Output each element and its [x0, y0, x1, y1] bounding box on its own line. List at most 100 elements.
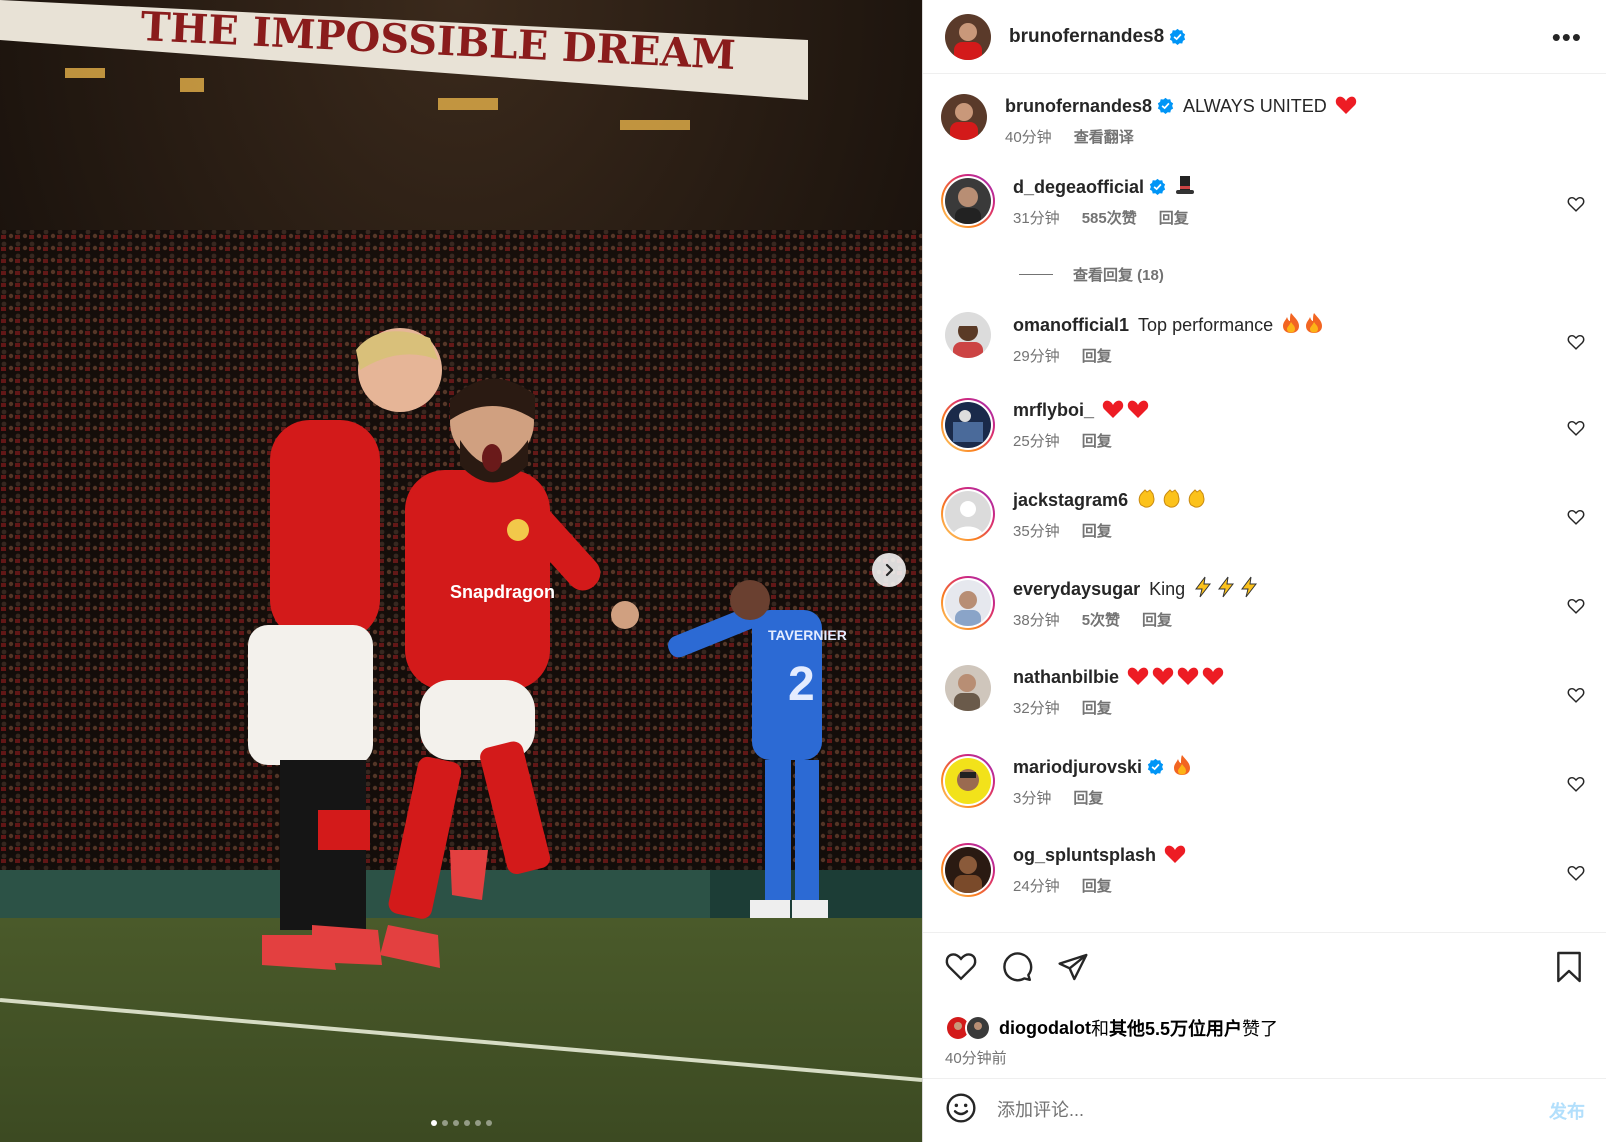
clap-emoji-icon	[1163, 489, 1180, 508]
verified-badge-icon	[1157, 97, 1174, 114]
like-comment-heart-icon[interactable]	[1567, 598, 1585, 614]
comment-text: King	[1149, 579, 1186, 599]
view-replies-button[interactable]: 查看回复 (18)	[1019, 264, 1164, 285]
reply-button[interactable]: 回复	[1082, 345, 1112, 366]
comment-item: nathanbilbie 32分钟 回复	[941, 665, 1591, 718]
comment-username[interactable]: mrflyboi_	[1013, 400, 1094, 420]
comment-item: d_degeaofficial 31分钟 585次赞 回复	[941, 174, 1591, 228]
red-heart-emoji-icon	[1102, 400, 1124, 418]
like-comment-heart-icon[interactable]	[1567, 776, 1585, 792]
commenter-avatar	[945, 758, 991, 804]
fire-emoji-icon	[1174, 755, 1191, 775]
post-media[interactable]: THE IMPOSSIBLE DREAM TAVERNIER 2 Snapdra…	[0, 0, 922, 1142]
comment-username[interactable]: everydaysugar	[1013, 579, 1140, 599]
lightning-emoji-icon	[1241, 576, 1258, 598]
save-bookmark-icon[interactable]	[1555, 951, 1583, 988]
like-comment-heart-icon[interactable]	[1567, 420, 1585, 436]
likes-connector: 和	[1090, 1019, 1109, 1039]
comment-item: mariodjurovski 3分钟 回复	[941, 754, 1591, 808]
comment-time: 32分钟	[1013, 700, 1060, 717]
commenter-avatar	[945, 580, 991, 626]
post-actions: diogodalot 和其他5.5万位用户 赞了 40分钟前	[923, 932, 1606, 1078]
svg-text:Snapdragon: Snapdragon	[450, 582, 555, 602]
like-comment-heart-icon[interactable]	[1567, 865, 1585, 881]
red-heart-emoji-icon	[1152, 667, 1174, 685]
comment-input[interactable]	[997, 1100, 1549, 1121]
top-hat-emoji-icon	[1176, 176, 1195, 194]
commenter-avatar[interactable]	[945, 312, 991, 358]
reply-button[interactable]: 回复	[1082, 697, 1112, 718]
post-timestamp[interactable]: 40分钟前	[945, 1047, 1007, 1068]
red-heart-emoji-icon	[1177, 667, 1199, 685]
more-options-icon[interactable]: •••	[1552, 22, 1582, 53]
like-heart-icon[interactable]	[945, 951, 977, 988]
comment-time: 25分钟	[1013, 433, 1060, 450]
comment-username[interactable]: d_degeaofficial	[1013, 177, 1144, 197]
author-avatar[interactable]	[941, 94, 987, 140]
comment-time: 38分钟	[1013, 612, 1060, 629]
emoji-picker-icon[interactable]	[945, 1092, 977, 1129]
comment-like-count[interactable]: 5次赞	[1082, 609, 1120, 630]
svg-text:2: 2	[788, 658, 815, 711]
commenter-avatar	[945, 491, 991, 537]
reply-button[interactable]: 回复	[1142, 609, 1172, 630]
post-comment-button[interactable]: 发布	[1549, 1098, 1585, 1124]
caption-username[interactable]: brunofernandes8	[1005, 96, 1152, 116]
comment-time: 35分钟	[1013, 523, 1060, 540]
comment-username[interactable]: nathanbilbie	[1013, 667, 1119, 687]
fire-emoji-icon	[1283, 313, 1300, 333]
reply-button[interactable]: 回复	[1159, 207, 1189, 228]
like-comment-heart-icon[interactable]	[1567, 196, 1585, 212]
verified-badge-icon	[1170, 28, 1186, 45]
view-replies-label: 查看回复 (18)	[1073, 267, 1164, 284]
see-translation-link[interactable]: 查看翻译	[1074, 126, 1134, 147]
carousel-dot	[452, 1120, 459, 1126]
story-ring[interactable]	[941, 398, 995, 452]
carousel-dot	[441, 1120, 448, 1126]
liker-username[interactable]: diogodalot	[999, 1018, 1091, 1039]
like-comment-heart-icon[interactable]	[1567, 334, 1585, 350]
commenter-avatar	[945, 402, 991, 448]
commenter-avatar	[945, 847, 991, 893]
caption-time: 40分钟	[1005, 129, 1052, 146]
comment-username[interactable]: omanofficial1	[1013, 315, 1129, 335]
caption-text: ALWAYS UNITED	[1183, 96, 1327, 116]
story-ring[interactable]	[941, 576, 995, 630]
reply-button[interactable]: 回复	[1082, 875, 1112, 896]
default-avatar-icon	[945, 491, 991, 537]
carousel-dot	[463, 1120, 470, 1126]
red-heart-emoji-icon	[1164, 845, 1186, 863]
chevron-right-icon	[885, 563, 894, 577]
comment-bubble-icon[interactable]	[1001, 951, 1033, 988]
comment-username[interactable]: jackstagram6	[1013, 490, 1128, 510]
reply-button[interactable]: 回复	[1082, 430, 1112, 451]
share-paper-plane-icon[interactable]	[1057, 951, 1089, 988]
author-username[interactable]: brunofernandes8	[1009, 26, 1164, 48]
caption-row: brunofernandes8 ALWAYS UNITED 40分钟 查看翻译	[941, 94, 1591, 147]
clap-emoji-icon	[1188, 489, 1205, 508]
carousel-next-button[interactable]	[872, 553, 906, 587]
red-heart-emoji-icon	[1335, 96, 1356, 114]
comment-like-count[interactable]: 585次赞	[1082, 207, 1137, 228]
story-ring[interactable]	[941, 174, 995, 228]
reply-button[interactable]: 回复	[1073, 787, 1103, 808]
story-ring[interactable]	[941, 487, 995, 541]
svg-text:TAVERNIER: TAVERNIER	[768, 627, 847, 643]
carousel-dot	[430, 1120, 437, 1126]
comment-username[interactable]: mariodjurovski	[1013, 757, 1142, 777]
comment-username[interactable]: og_spluntsplash	[1013, 845, 1156, 865]
likes-summary[interactable]: diogodalot 和其他5.5万位用户 赞了	[945, 1015, 1278, 1041]
comment-time: 29分钟	[1013, 348, 1060, 365]
story-ring[interactable]	[941, 843, 995, 897]
clap-emoji-icon	[1138, 489, 1155, 508]
author-avatar[interactable]	[945, 13, 991, 60]
like-comment-heart-icon[interactable]	[1567, 687, 1585, 703]
avatar-wrap	[941, 312, 995, 366]
likes-others[interactable]: 其他5.5万位用户	[1109, 1015, 1242, 1041]
comments-list[interactable]: brunofernandes8 ALWAYS UNITED 40分钟 查看翻译 …	[923, 74, 1606, 932]
reply-button[interactable]: 回复	[1082, 520, 1112, 541]
commenter-avatar[interactable]	[945, 665, 991, 711]
story-ring[interactable]	[941, 754, 995, 808]
like-comment-heart-icon[interactable]	[1567, 509, 1585, 525]
commenter-avatar	[945, 178, 991, 224]
